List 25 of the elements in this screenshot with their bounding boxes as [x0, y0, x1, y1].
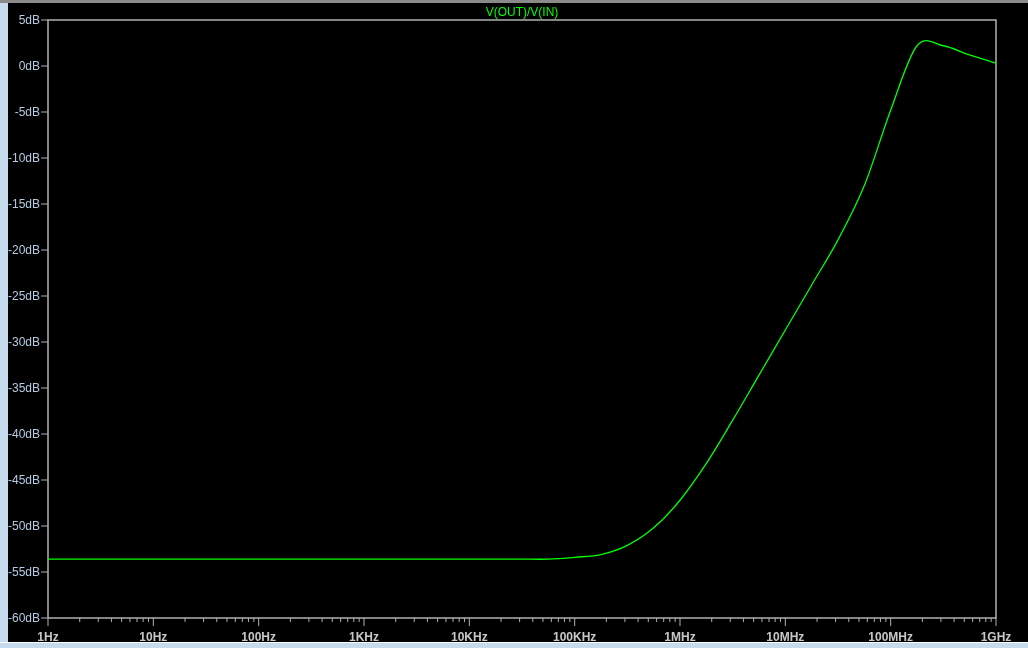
y-tick-label: -20dB	[8, 242, 40, 257]
y-tick-label: -55dB	[8, 564, 40, 579]
y-tick-label: -15dB	[8, 196, 40, 211]
x-tick-label: 10KHz	[451, 629, 488, 642]
x-tick-label: 100Hz	[241, 629, 276, 642]
y-tick-label: -10dB	[8, 150, 40, 165]
trace-label: V(OUT)/V(IN)	[485, 4, 559, 19]
y-tick-label: -5dB	[14, 104, 40, 119]
x-tick-label: 1KHz	[349, 629, 379, 642]
x-tick-label: 100KHz	[553, 629, 597, 642]
y-tick-label: -40dB	[8, 426, 40, 441]
x-tick-label: 1GHz	[980, 629, 1012, 642]
y-tick-label: -30dB	[8, 334, 40, 349]
y-tick-label: -50dB	[8, 518, 40, 533]
y-tick-label: -60dB	[8, 610, 40, 625]
y-tick-label: 5dB	[18, 12, 40, 27]
x-tick-label: 1Hz	[37, 629, 59, 642]
y-tick-label: 0dB	[18, 58, 40, 73]
x-tick-label: 1MHz	[664, 629, 696, 642]
x-tick-label: 100MHz	[868, 629, 913, 642]
x-tick-label: 10Hz	[139, 629, 168, 642]
x-tick-label: 10MHz	[766, 629, 805, 642]
y-tick-label: -25dB	[8, 288, 40, 303]
y-tick-label: -35dB	[8, 380, 40, 395]
y-tick-label: -45dB	[8, 472, 40, 487]
